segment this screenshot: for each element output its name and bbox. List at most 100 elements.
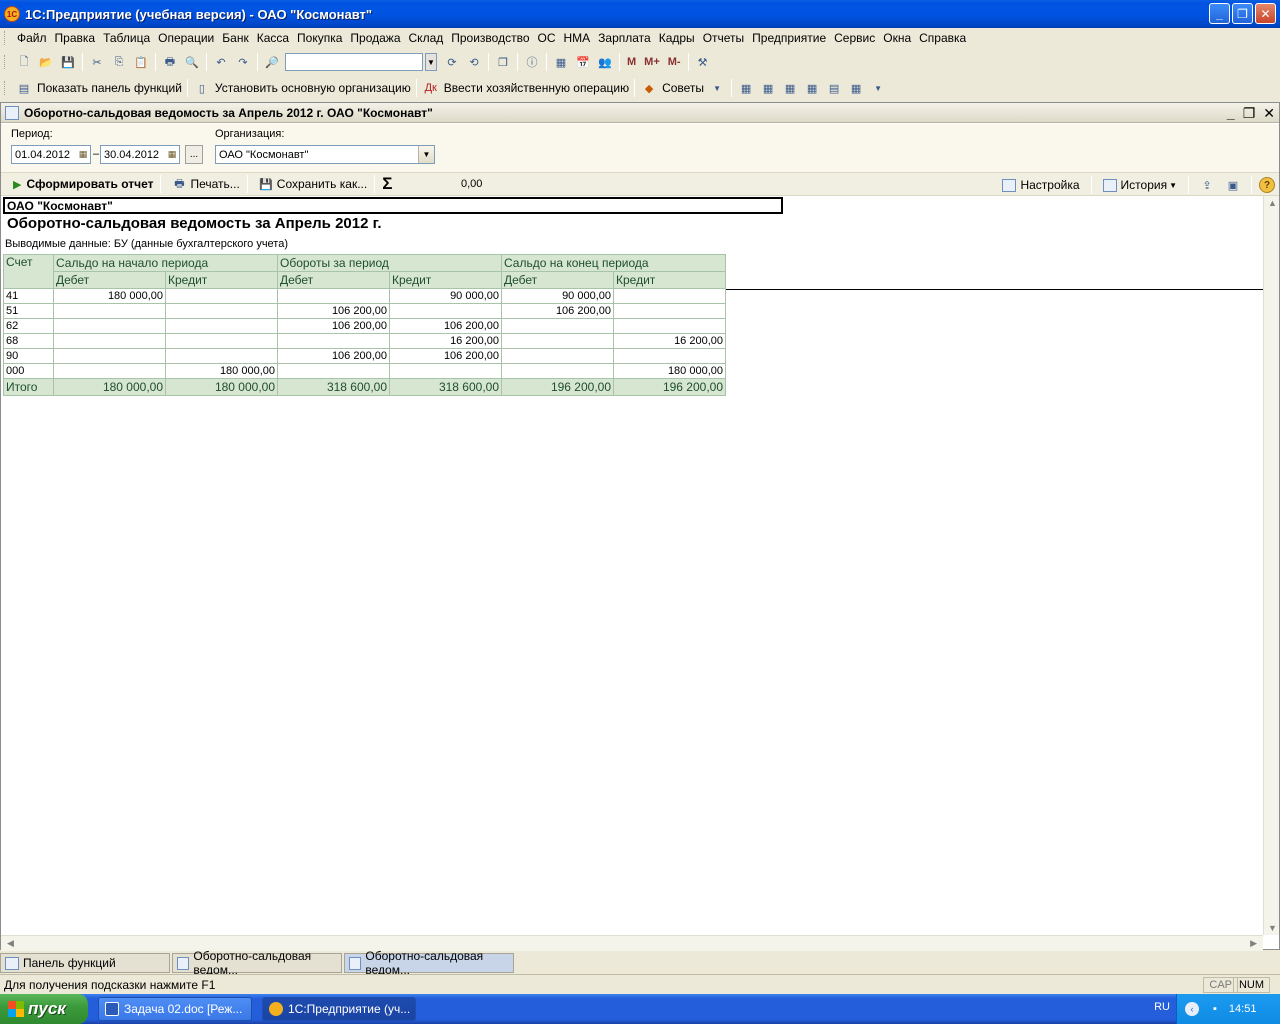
account-cell[interactable]: 41 — [3, 288, 54, 304]
copy-icon[interactable]: ⎘ — [111, 54, 127, 70]
tools-icon[interactable]: ⚒ — [695, 54, 711, 70]
amount-cell[interactable] — [613, 318, 726, 334]
amount-cell[interactable] — [165, 348, 278, 364]
menu-fixed-assets[interactable]: ОС — [534, 31, 560, 45]
calendar-icon[interactable]: ▦ — [76, 146, 90, 163]
memory-minus-button[interactable]: M- — [668, 56, 681, 68]
report-icon-4[interactable]: ▦ — [804, 80, 820, 96]
amount-cell[interactable] — [277, 363, 390, 379]
history-button[interactable]: История ▼ — [1099, 178, 1181, 192]
horizontal-scrollbar[interactable]: ◀ ▶ — [1, 935, 1263, 951]
search-dropdown-icon[interactable]: ▼ — [425, 53, 437, 71]
menu-table[interactable]: Таблица — [99, 31, 154, 45]
open-folder-icon[interactable]: 📂 — [38, 54, 54, 70]
menu-production[interactable]: Производство — [447, 31, 533, 45]
tab-function-panel[interactable]: Панель функций — [0, 953, 170, 973]
report-icon-6[interactable]: ▦ — [848, 80, 864, 96]
amount-cell[interactable] — [165, 318, 278, 334]
users-icon[interactable]: 👥 — [597, 54, 613, 70]
tray-expand-icon[interactable]: ‹ — [1185, 1002, 1199, 1016]
doc-minimize-button[interactable]: _ — [1227, 105, 1235, 122]
report-icon-3[interactable]: ▦ — [782, 80, 798, 96]
amount-cell[interactable]: 90 000,00 — [501, 288, 614, 304]
amount-cell[interactable]: 16 200,00 — [613, 333, 726, 349]
paste-icon[interactable]: 📋 — [133, 54, 149, 70]
scroll-up-icon[interactable]: ▲ — [1268, 198, 1277, 208]
settings-button[interactable]: Настройка — [998, 178, 1083, 192]
menu-warehouse[interactable]: Склад — [405, 31, 448, 45]
find-prev-icon[interactable]: ⟲ — [466, 54, 482, 70]
menu-reports[interactable]: Отчеты — [699, 31, 748, 45]
menu-sales[interactable]: Продажа — [346, 31, 404, 45]
tab-turnover-report-1[interactable]: Оборотно-сальдовая ведом... — [172, 949, 342, 977]
memory-button[interactable]: M — [627, 56, 636, 68]
menu-operations[interactable]: Операции — [154, 31, 218, 45]
set-org-button[interactable]: Установить основную организацию — [215, 81, 411, 95]
menu-salary[interactable]: Зарплата — [594, 31, 655, 45]
print-button[interactable]: 🖶 Печать... — [164, 176, 243, 192]
amount-cell[interactable]: 106 200,00 — [389, 348, 502, 364]
amount-cell[interactable]: 180 000,00 — [613, 363, 726, 379]
account-cell[interactable]: 51 — [3, 303, 54, 319]
menu-cash[interactable]: Касса — [253, 31, 293, 45]
menu-enterprise[interactable]: Предприятие — [748, 31, 830, 45]
tips-button[interactable]: Советы — [662, 81, 704, 95]
chevron-down-icon[interactable]: ▼ — [418, 146, 434, 163]
amount-cell[interactable] — [53, 363, 166, 379]
new-document-icon[interactable]: 🗋 — [16, 54, 32, 70]
menu-file[interactable]: Файл — [13, 31, 51, 45]
total-cell[interactable]: 318 600,00 — [389, 378, 502, 396]
save-as-button[interactable]: 💾 Сохранить как... — [251, 176, 371, 192]
total-cell[interactable]: 180 000,00 — [165, 378, 278, 396]
amount-cell[interactable] — [53, 303, 166, 319]
undo-icon[interactable]: ↶ — [213, 54, 229, 70]
menu-windows[interactable]: Окна — [879, 31, 915, 45]
windows-icon[interactable]: ❐ — [495, 54, 511, 70]
save-settings-icon[interactable]: ▣ — [1225, 177, 1241, 193]
amount-cell[interactable] — [53, 333, 166, 349]
period-select-button[interactable]: ... — [185, 145, 203, 164]
amount-cell[interactable] — [389, 303, 502, 319]
vertical-scrollbar[interactable]: ▲ ▼ — [1263, 196, 1279, 935]
menu-hr[interactable]: Кадры — [655, 31, 699, 45]
amount-cell[interactable] — [277, 333, 390, 349]
amount-cell[interactable] — [277, 288, 390, 304]
doc-restore-button[interactable]: ❐ — [1243, 105, 1256, 122]
amount-cell[interactable]: 106 200,00 — [389, 318, 502, 334]
print-preview-icon[interactable]: 🔍 — [184, 54, 200, 70]
account-cell[interactable]: 90 — [3, 348, 54, 364]
amount-cell[interactable] — [53, 348, 166, 364]
total-cell[interactable]: 196 200,00 — [501, 378, 614, 396]
menu-intangibles[interactable]: НМА — [560, 31, 595, 45]
amount-cell[interactable] — [501, 363, 614, 379]
amount-cell[interactable]: 180 000,00 — [165, 363, 278, 379]
menu-service[interactable]: Сервис — [830, 31, 879, 45]
show-panel-button[interactable]: Показать панель функций — [37, 81, 182, 95]
scroll-left-icon[interactable]: ◀ — [7, 938, 14, 949]
calculator-icon[interactable]: ▦ — [553, 54, 569, 70]
help-icon[interactable]: ? — [1259, 177, 1275, 193]
total-cell[interactable]: 180 000,00 — [53, 378, 166, 396]
print-icon[interactable]: 🖶 — [162, 54, 178, 70]
total-cell[interactable]: 196 200,00 — [613, 378, 726, 396]
maximize-button[interactable]: ❐ — [1232, 3, 1253, 24]
report-icon-5[interactable]: ▤ — [826, 80, 842, 96]
account-cell[interactable]: 62 — [3, 318, 54, 334]
memory-plus-button[interactable]: M+ — [644, 56, 660, 68]
redo-icon[interactable]: ↷ — [235, 54, 251, 70]
amount-cell[interactable]: 16 200,00 — [389, 333, 502, 349]
amount-cell[interactable] — [501, 348, 614, 364]
taskbar-item-word[interactable]: Задача 02.doc [Реж... — [98, 997, 252, 1021]
save-icon[interactable]: 💾 — [60, 54, 76, 70]
amount-cell[interactable] — [389, 363, 502, 379]
report-icon-2[interactable]: ▦ — [760, 80, 776, 96]
close-button[interactable]: ✕ — [1255, 3, 1276, 24]
start-button[interactable]: пуск — [0, 994, 88, 1024]
scroll-down-icon[interactable]: ▼ — [1268, 923, 1277, 933]
amount-cell[interactable]: 106 200,00 — [501, 303, 614, 319]
doc-close-button[interactable]: ✕ — [1263, 105, 1275, 122]
amount-cell[interactable] — [501, 333, 614, 349]
amount-cell[interactable] — [165, 288, 278, 304]
scroll-right-icon[interactable]: ▶ — [1250, 938, 1257, 949]
search-input[interactable] — [285, 53, 423, 71]
